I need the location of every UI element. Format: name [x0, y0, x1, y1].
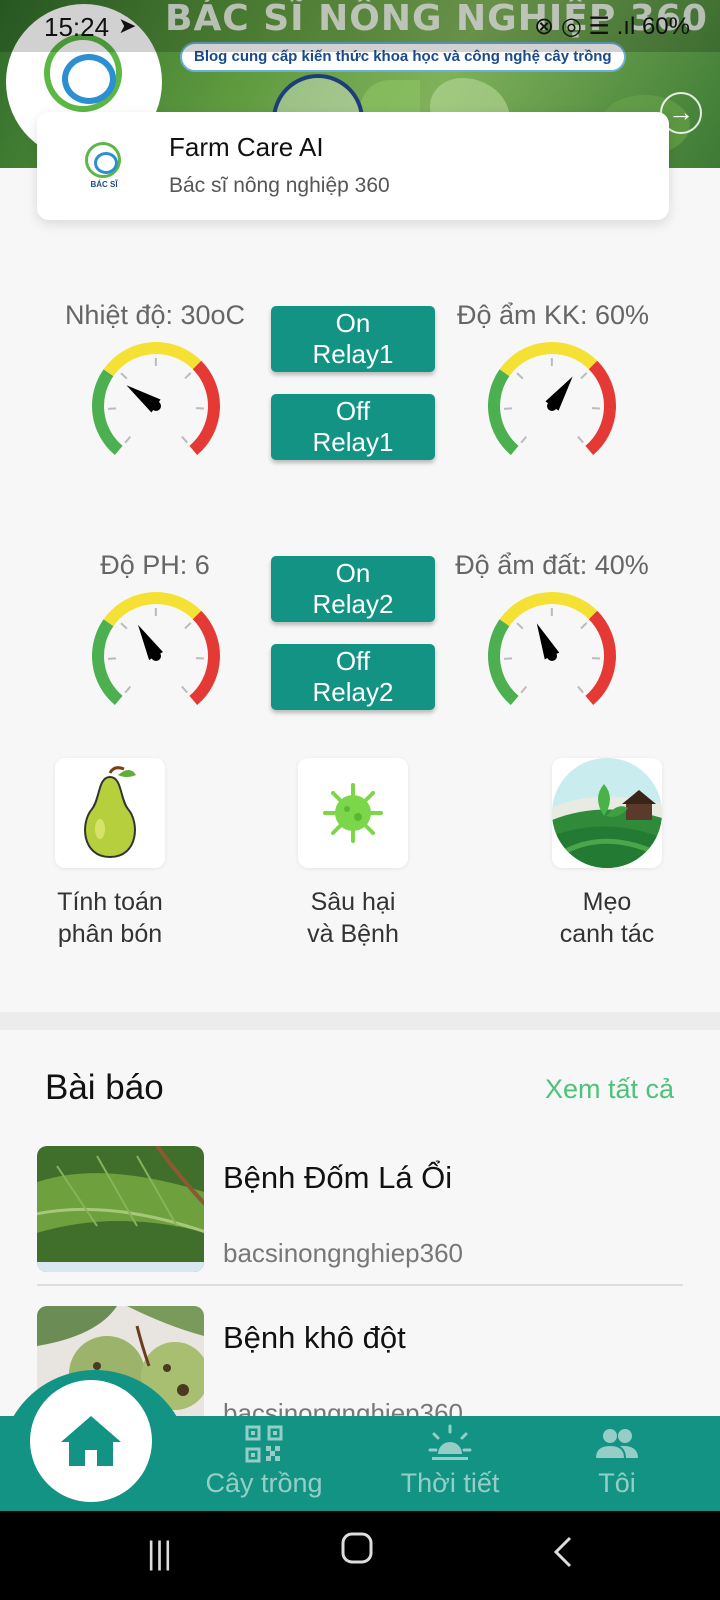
gauge-hub: [547, 651, 557, 661]
home-icon: [61, 1416, 121, 1466]
relay1-on-button[interactable]: On Relay1: [271, 306, 435, 372]
gauge-arc-segment: [92, 619, 123, 706]
gauge-tick: [580, 372, 588, 380]
feature-farming-tips[interactable]: Mẹo canh tác: [497, 758, 717, 950]
feature-fertilizer-box[interactable]: [55, 758, 165, 868]
relay1-on-label: On Relay1: [312, 308, 394, 369]
relay2-off-label: Off Relay2: [312, 646, 394, 707]
gauge-arc-segment: [103, 342, 202, 377]
nav-weather-label: Thời tiết: [400, 1468, 500, 1498]
virus-icon: [323, 783, 383, 843]
nav-crops[interactable]: Cây trồng: [179, 1424, 349, 1499]
status-time: 15:24: [44, 12, 110, 42]
feature-fertilizer[interactable]: Tính toán phân bón: [0, 758, 220, 950]
nav-profile[interactable]: Tôi: [532, 1424, 702, 1499]
gauge-arc-segment: [488, 369, 519, 456]
gauge-arc-segment: [92, 369, 123, 456]
farm-landscape-icon: [552, 758, 662, 868]
app-subtitle: Bác sĩ nông nghiệp 360: [169, 174, 390, 197]
relay2-on-button[interactable]: On Relay2: [271, 556, 435, 622]
feature-farming-tips-box[interactable]: [552, 758, 662, 868]
temperature-label: Nhiệt độ: 30oC: [64, 300, 246, 330]
soil-moisture-gauge: [482, 586, 622, 716]
relay1-off-label: Off Relay1: [312, 396, 394, 457]
gauge-tick: [516, 372, 524, 380]
gauge-arc-segment: [488, 619, 519, 706]
sun-icon: [428, 1424, 472, 1460]
feature-pests[interactable]: Sâu hại và Bệnh: [243, 758, 463, 950]
feature-farming-tips-label: Mẹo canh tác: [559, 888, 655, 948]
gauge-hub: [151, 651, 161, 661]
gauge-tick: [577, 435, 584, 444]
relay1-off-button[interactable]: Off Relay1: [271, 394, 435, 460]
app-logo: BÁC SĨ: [81, 132, 127, 198]
gauge-arc-segment: [499, 592, 598, 627]
gauge-hub: [547, 401, 557, 411]
home-system-icon[interactable]: [340, 1531, 374, 1573]
feature-fertilizer-label: Tính toán phân bón: [57, 888, 163, 948]
gauge-tick: [580, 622, 588, 630]
gauge-tick: [181, 685, 188, 694]
app-info-card[interactable]: BÁC SĨ Farm Care AI Bác sĩ nông nghiệp 3…: [37, 112, 669, 220]
people-icon: [596, 1429, 638, 1458]
logo-ring-icon: [85, 142, 121, 178]
app-name: Farm Care AI: [169, 132, 324, 162]
recent-apps-icon[interactable]: |||: [147, 1535, 172, 1572]
system-navigation-bar: |||: [0, 1511, 720, 1600]
gauge-arc-segment: [499, 342, 598, 377]
gauge-tick: [120, 372, 128, 380]
article-item[interactable]: Bệnh Đốm Lá Ổi bacsinongnghiep360: [37, 1146, 683, 1286]
ph-label: Độ PH: 6: [100, 550, 210, 580]
article-thumbnail: [37, 1146, 204, 1272]
gauge-tick: [516, 622, 524, 630]
nav-weather[interactable]: Thời tiết: [365, 1424, 535, 1499]
back-icon[interactable]: [552, 1535, 574, 1577]
gauge-tick: [520, 435, 528, 444]
article-separator: [37, 1284, 683, 1286]
soil-moisture-label: Độ ẩm đất: 40%: [455, 550, 649, 580]
status-bar: 15:24 ➤ ⊗ ◎ ☰ .ıl 60%: [0, 0, 720, 52]
status-icons: ⊗ ◎ ☰ .ıl 60%: [534, 13, 690, 40]
telegram-icon: ➤: [118, 13, 137, 38]
relay2-off-button[interactable]: Off Relay2: [271, 644, 435, 710]
article-title: Bệnh khô đột: [223, 1320, 406, 1355]
section-divider: [0, 1012, 720, 1030]
see-all-link[interactable]: Xem tất cả: [545, 1074, 674, 1105]
gauge-tick: [124, 435, 132, 444]
gauge-tick: [184, 372, 192, 380]
qr-code-icon: [245, 1425, 283, 1463]
nav-home-button[interactable]: [30, 1380, 152, 1502]
gauge-tick: [520, 685, 528, 694]
air-humidity-gauge: [482, 336, 622, 466]
gauge-tick: [124, 685, 132, 694]
pear-icon: [84, 766, 136, 859]
articles-section-title: Bài báo: [45, 1068, 164, 1107]
gauge-arc-segment: [103, 592, 202, 627]
gauge-hub: [151, 401, 161, 411]
feature-pests-box[interactable]: [298, 758, 408, 868]
gauge-tick: [577, 685, 584, 694]
nav-profile-label: Tôi: [598, 1468, 636, 1498]
nav-crops-label: Cây trồng: [205, 1468, 323, 1498]
feature-pests-label: Sâu hại và Bệnh: [307, 888, 399, 948]
app-logo-text: BÁC SĨ: [90, 180, 118, 189]
gauge-tick: [184, 622, 192, 630]
ph-gauge: [86, 586, 226, 716]
gauge-tick: [181, 435, 188, 444]
article-title: Bệnh Đốm Lá Ổi: [223, 1160, 453, 1195]
gauge-tick: [120, 622, 128, 630]
relay2-on-label: On Relay2: [312, 558, 394, 619]
temperature-gauge: [86, 336, 226, 466]
air-humidity-label: Độ ẩm KK: 60%: [456, 300, 650, 330]
article-source: bacsinongnghiep360: [223, 1238, 463, 1268]
